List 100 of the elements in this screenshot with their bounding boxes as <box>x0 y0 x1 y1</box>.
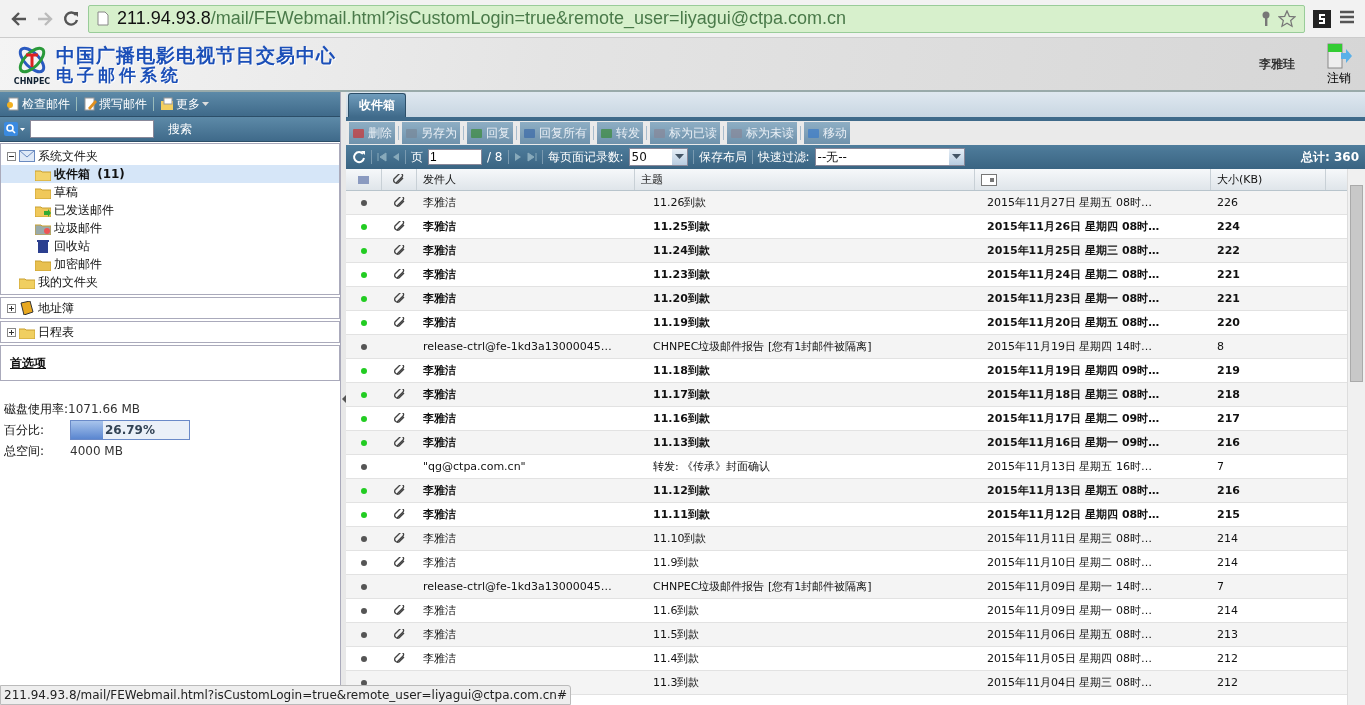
expand-icon[interactable] <box>7 327 16 337</box>
table-cell: 李雅洁 <box>423 364 456 377</box>
table-cell: CHNPEC垃圾邮件报告 [您有1封邮件被隔离] <box>653 580 872 593</box>
book-icon <box>19 301 35 315</box>
folder-label[interactable]: 我的文件夹 <box>38 273 98 291</box>
page-count: / 8 <box>487 150 503 164</box>
caret-icon <box>202 101 209 107</box>
table-cell: 李雅洁 <box>423 316 456 329</box>
table-cell: 2015年11月13日 星期五 16时… <box>987 460 1152 473</box>
folder-item[interactable]: 已发送邮件 <box>1 201 339 219</box>
per-page-label: 每页面记录数: <box>547 148 624 166</box>
table-cell: 11.11到款 <box>653 508 710 521</box>
table-cell: 212 <box>1217 676 1238 689</box>
reload-icon[interactable] <box>62 9 80 28</box>
collapse-icon[interactable] <box>7 151 16 161</box>
paperclip-icon[interactable] <box>393 173 405 186</box>
folder-icon <box>35 221 51 235</box>
table-cell: 215 <box>1217 508 1240 521</box>
table-cell: 2015年11月20日 星期五 08时… <box>987 316 1160 329</box>
table-cell: 2015年11月25日 星期三 08时… <box>987 244 1160 257</box>
table-cell: 转发: 《传承》封面确认 <box>653 460 771 473</box>
table-cell: release-ctrl@fe-1kd3a13000045… <box>423 340 612 353</box>
table-cell: 8 <box>1217 340 1224 353</box>
table-cell: 李雅洁 <box>423 532 456 545</box>
column-header[interactable]: 发件人 <box>417 169 635 190</box>
action-icon <box>405 126 418 140</box>
address-bar[interactable]: 211.94.93.8/mail/FEWebmail.html?isCustomLogin=true&remote_user=liyagui@ctpa.com.cn <box>88 4 1305 33</box>
table-cell: 李雅洁 <box>423 292 456 305</box>
table-cell: 221 <box>1217 268 1240 281</box>
table-cell: 216 <box>1217 436 1240 449</box>
caret-icon[interactable] <box>674 154 684 160</box>
table-cell: 11.26到款 <box>653 196 707 209</box>
folder-icon <box>19 275 35 289</box>
compose-button[interactable]: 撰写邮件 <box>81 95 149 113</box>
table-cell: 221 <box>1217 292 1240 305</box>
section-label[interactable]: 地址簿 <box>38 299 74 317</box>
folder-icon <box>35 257 51 271</box>
key-icon[interactable] <box>1260 10 1272 27</box>
folder-item[interactable]: 加密邮件 <box>1 255 339 273</box>
more-menu-button[interactable]: 更多 <box>158 95 211 113</box>
table-cell: 11.25到款 <box>653 220 710 233</box>
table-cell: 11.6到款 <box>653 604 700 617</box>
search-icon[interactable] <box>4 122 26 136</box>
inbox-tab[interactable]: 收件箱 <box>348 93 406 117</box>
folder-item[interactable]: 收件箱 (11) <box>1 165 339 183</box>
table-cell: 2015年11月09日 星期一 14时… <box>987 580 1152 593</box>
back-icon[interactable] <box>10 9 28 28</box>
expand-icon[interactable] <box>7 303 16 313</box>
star-icon[interactable] <box>1278 9 1296 28</box>
table-cell: 216 <box>1217 484 1240 497</box>
search-field[interactable] <box>30 120 154 138</box>
envelope-icon <box>19 150 35 162</box>
scrollbar[interactable] <box>1347 169 1365 705</box>
status-bar-url: 211.94.93.8/mail/FEWebmail.html?isCustomLogin=true&remote_user=liyagui@ctpa.com.cn# <box>0 685 572 705</box>
table-cell: 7 <box>1217 460 1224 473</box>
folder-icon <box>19 325 35 339</box>
pencil-icon <box>83 97 97 111</box>
table-cell: 7 <box>1217 580 1224 593</box>
table-cell: 李雅洁 <box>423 484 456 497</box>
table-cell: 11.12到款 <box>653 484 710 497</box>
action-icon <box>653 126 666 140</box>
folder-item[interactable]: 草稿 <box>1 183 339 201</box>
table-cell: 2015年11月04日 星期三 08时… <box>987 676 1152 689</box>
page-field[interactable]: 1 <box>428 149 482 165</box>
table-cell: 11.13到款 <box>653 436 710 449</box>
column-header[interactable]: 主题 <box>635 169 975 190</box>
table-cell: "qg@ctpa.com.cn" <box>423 460 526 473</box>
table-cell: 214 <box>1217 556 1238 569</box>
table-cell: 11.4到款 <box>653 652 700 665</box>
table-cell: 2015年11月05日 星期四 08时… <box>987 652 1152 665</box>
folder-item[interactable]: 回收站 <box>1 237 339 255</box>
table-cell: 2015年11月18日 星期三 08时… <box>987 388 1160 401</box>
table-cell: 2015年11月19日 星期四 09时… <box>987 364 1160 377</box>
folder-icon <box>35 185 51 199</box>
table-cell: 李雅洁 <box>423 412 456 425</box>
table-cell: 李雅洁 <box>423 508 456 521</box>
check-mail-button[interactable]: 检查邮件 <box>4 95 72 113</box>
folder-label[interactable]: 系统文件夹 <box>38 147 98 165</box>
table-cell: 11.23到款 <box>653 268 710 281</box>
table-cell: 11.19到款 <box>653 316 710 329</box>
preferences-link[interactable]: 首选项 <box>10 354 46 372</box>
caret-icon[interactable] <box>951 154 961 160</box>
table-cell: 李雅洁 <box>423 268 456 281</box>
column-header[interactable]: 大小(KB) <box>1211 169 1326 190</box>
extension-icon[interactable] <box>1313 9 1331 28</box>
table-cell: 李雅洁 <box>423 556 456 569</box>
folder-icon <box>35 167 51 181</box>
per-page-dropdown[interactable]: 50 <box>628 148 688 166</box>
section-label[interactable]: 日程表 <box>38 323 74 341</box>
filter-dropdown[interactable]: --无-- <box>814 148 965 166</box>
logout-button[interactable]: 注销 <box>1325 41 1353 87</box>
search-button[interactable]: 搜索 <box>162 119 198 139</box>
table-cell: 2015年11月26日 星期四 08时… <box>987 220 1160 233</box>
table-cell: 李雅洁 <box>423 388 456 401</box>
calendar-icon[interactable] <box>981 173 997 186</box>
save-layout-button[interactable]: 保存布局 <box>698 148 747 166</box>
table-cell: 11.5到款 <box>653 628 700 641</box>
folder-item[interactable]: 垃圾邮件 <box>1 219 339 237</box>
table-cell: 222 <box>1217 244 1240 257</box>
refresh-icon[interactable] <box>352 150 366 164</box>
